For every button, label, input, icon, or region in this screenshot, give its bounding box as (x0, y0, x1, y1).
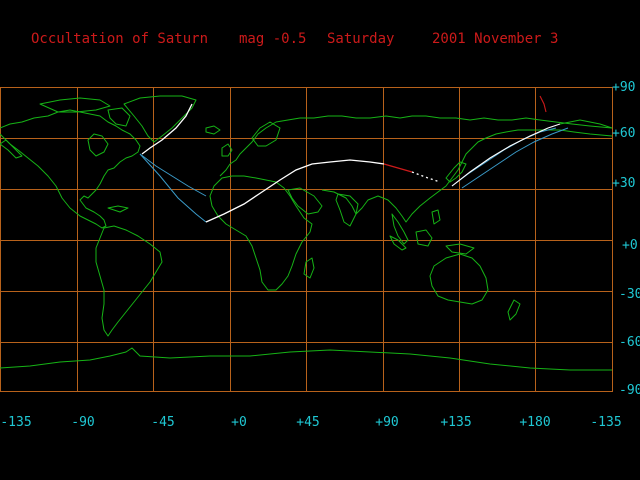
lon-label-45e: +45 (296, 415, 320, 430)
coast-new-zealand (507, 299, 521, 321)
path-twilight-east (539, 95, 547, 113)
path-twilight (383, 163, 413, 173)
lat-lon-grid (0, 87, 613, 392)
coast-south-asia (321, 129, 613, 223)
lon-label-135e: +135 (440, 415, 472, 430)
path-dotted-night (411, 171, 441, 183)
world-map (0, 87, 613, 392)
coast-iceland (205, 125, 221, 135)
lat-label-90n: +90 (612, 80, 636, 95)
lat-label-90s: -90 (619, 383, 640, 398)
lon-label-45w: -45 (151, 415, 175, 430)
path-daylight-west (141, 103, 193, 155)
limit-line-east-2 (461, 127, 569, 189)
path-daylight-east (451, 123, 561, 187)
limit-line-east-1 (451, 127, 557, 187)
coast-caribbean (107, 205, 129, 213)
lon-label-135w: -135 (0, 415, 32, 430)
coast-europe (219, 115, 613, 177)
coast-borneo (415, 229, 433, 247)
lat-label-60s: -60 (619, 335, 640, 350)
lon-label-90w: -90 (71, 415, 95, 430)
limit-line-south-west (139, 153, 207, 223)
lon-label-135w-east: -135 (590, 415, 622, 430)
coast-south-america (95, 225, 163, 337)
occultation-map-screen: Occultation of Saturn mag -0.5 Saturday … (0, 0, 640, 480)
coast-southeast-asia (391, 213, 409, 245)
lon-label-180: +180 (519, 415, 551, 430)
coast-madagascar (303, 257, 315, 279)
lat-label-30s: -30 (619, 287, 640, 302)
coast-north-america (0, 109, 141, 229)
lon-label-0: +0 (231, 415, 247, 430)
coast-greenland (123, 95, 197, 143)
lat-label-60n: +60 (612, 126, 636, 141)
lat-label-30n: +30 (612, 176, 636, 191)
coast-arctic-islands (39, 97, 111, 113)
lon-label-90e: +90 (375, 415, 399, 430)
occultation-central-path (141, 95, 561, 223)
lat-label-0: +0 (622, 238, 638, 253)
occultation-limit-lines (139, 127, 569, 223)
coast-hudson-bay (87, 133, 109, 157)
coast-scandinavia (251, 121, 281, 147)
coast-philippines (431, 209, 441, 225)
coast-alaska (0, 139, 23, 159)
